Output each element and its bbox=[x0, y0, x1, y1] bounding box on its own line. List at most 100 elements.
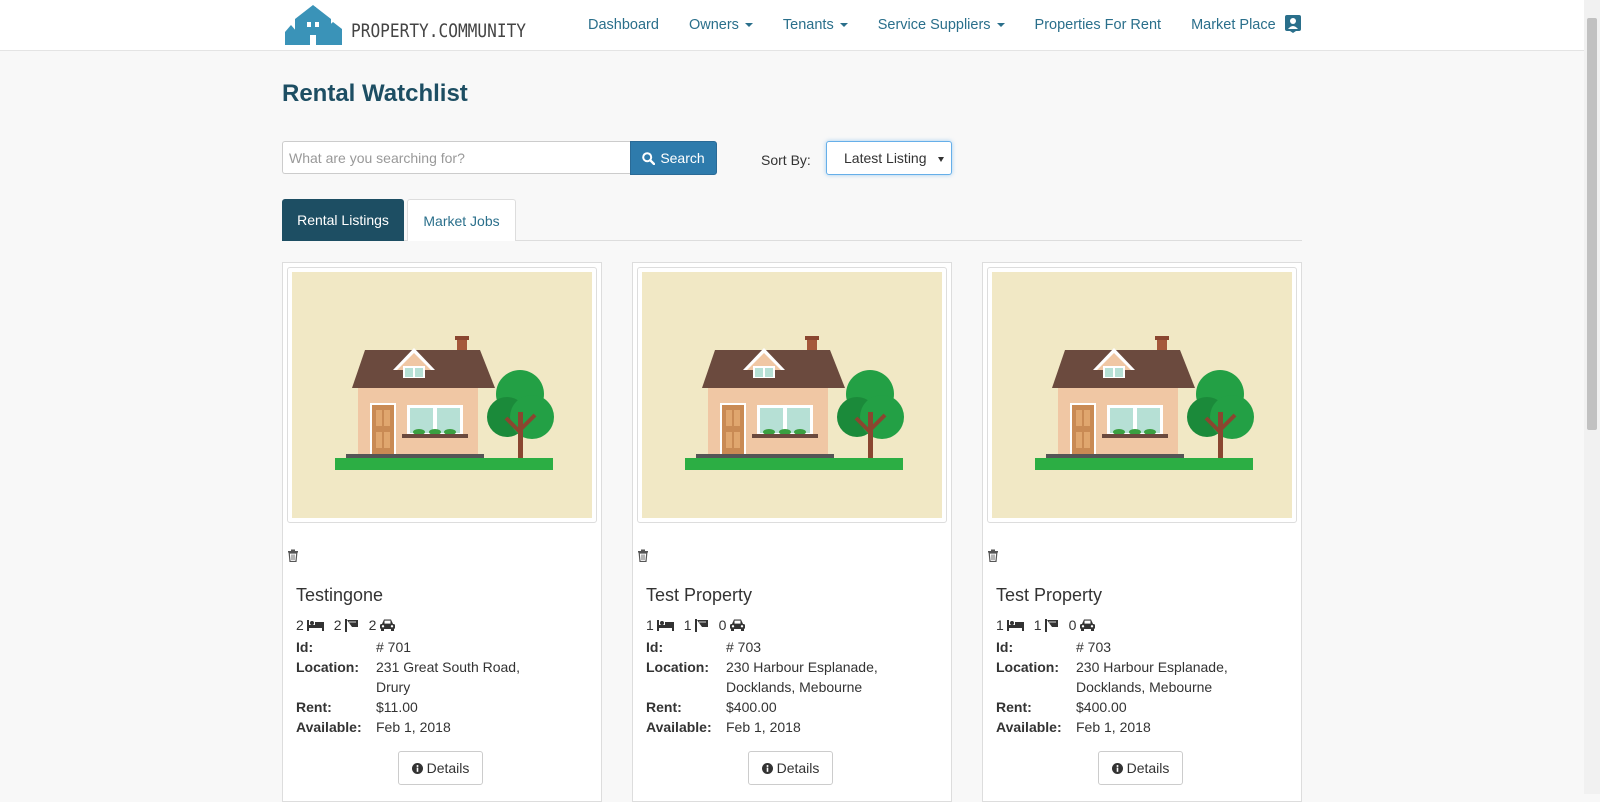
listing-location: 231 Great South Road, Drury bbox=[376, 659, 520, 695]
nav-owners[interactable]: Owners bbox=[674, 17, 768, 33]
main-nav: Dashboard Owners Tenants Service Supplie… bbox=[573, 0, 1291, 50]
listing-location: 230 Harbour Esplanade, Docklands, Mebour… bbox=[726, 659, 878, 695]
brand-logo[interactable]: PROPERTY.COMMUNITY bbox=[285, 3, 557, 47]
location-label: Location: bbox=[296, 659, 359, 675]
nav-label: Properties For Rent bbox=[1034, 17, 1162, 33]
listing-id: # 701 bbox=[376, 639, 412, 655]
bathrooms: 1 bbox=[1034, 617, 1059, 633]
listing-available: Feb 1, 2018 bbox=[1076, 719, 1151, 735]
page-scrollbar[interactable] bbox=[1584, 0, 1600, 794]
details-button[interactable]: Details bbox=[748, 751, 833, 785]
car-count: 0 bbox=[1068, 617, 1077, 633]
details-button-label: Details bbox=[426, 760, 470, 776]
search-button[interactable]: Search bbox=[630, 141, 717, 175]
listing-features: 1 1 0 bbox=[996, 617, 1106, 633]
listing-id: # 703 bbox=[1076, 639, 1112, 655]
house-illustration bbox=[292, 272, 592, 518]
listing-card: Test Property 1 1 0 Id: # 703 Location: … bbox=[632, 262, 952, 802]
listing-title: Testingone bbox=[296, 585, 384, 605]
car-icon bbox=[1080, 619, 1096, 631]
sort-by-label: Sort By: bbox=[761, 152, 811, 168]
car-count: 2 bbox=[368, 617, 377, 633]
caret-down-icon bbox=[839, 23, 848, 28]
listing-rent: $400.00 bbox=[726, 699, 777, 715]
bedrooms: 1 bbox=[996, 617, 1024, 633]
nav-label: Market Place bbox=[1191, 17, 1276, 33]
details-button-label: Details bbox=[776, 760, 820, 776]
shower-icon bbox=[1044, 618, 1058, 632]
sort-selected-value: Latest Listing bbox=[844, 150, 926, 166]
nav-properties-for-rent[interactable]: Properties For Rent bbox=[1020, 17, 1177, 33]
remove-trash-icon[interactable] bbox=[987, 549, 999, 567]
bedrooms: 2 bbox=[296, 617, 324, 633]
info-circle-icon bbox=[411, 762, 423, 774]
page-title: Rental Watchlist bbox=[282, 80, 468, 107]
car-count: 0 bbox=[718, 617, 727, 633]
info-circle-icon bbox=[761, 762, 773, 774]
rent-label: Rent: bbox=[996, 699, 1032, 715]
bedroom-count: 1 bbox=[996, 617, 1004, 633]
nav-market-place[interactable]: Market Place bbox=[1176, 17, 1291, 33]
bed-icon bbox=[656, 619, 674, 631]
dropdown-arrow-icon bbox=[938, 157, 944, 162]
property-image[interactable] bbox=[987, 267, 1297, 523]
bathroom-count: 2 bbox=[333, 617, 342, 633]
nav-tenants[interactable]: Tenants bbox=[768, 17, 863, 33]
nav-service-suppliers[interactable]: Service Suppliers bbox=[863, 17, 1020, 33]
id-label: Id: bbox=[646, 639, 664, 655]
available-label: Available: bbox=[646, 719, 712, 735]
property-image[interactable] bbox=[287, 267, 597, 523]
id-label: Id: bbox=[996, 639, 1014, 655]
bed-icon bbox=[1006, 619, 1024, 631]
listing-title: Test Property bbox=[996, 585, 1103, 605]
caret-down-icon bbox=[996, 23, 1005, 28]
top-navbar: PROPERTY.COMMUNITY Dashboard Owners Tena… bbox=[0, 0, 1584, 51]
shower-icon bbox=[694, 618, 708, 632]
property-image[interactable] bbox=[637, 267, 947, 523]
available-label: Available: bbox=[296, 719, 362, 735]
car-spaces: 0 bbox=[1069, 617, 1097, 633]
bathroom-count: 1 bbox=[1033, 617, 1042, 633]
bedroom-count: 2 bbox=[296, 617, 304, 633]
tab-label: Market Jobs bbox=[423, 212, 500, 229]
listing-rent: $11.00 bbox=[376, 699, 418, 715]
remove-trash-icon[interactable] bbox=[637, 549, 649, 567]
bathrooms: 2 bbox=[334, 617, 359, 633]
car-spaces: 2 bbox=[369, 617, 397, 633]
rent-label: Rent: bbox=[646, 699, 682, 715]
nav-label: Owners bbox=[688, 17, 739, 33]
available-label: Available: bbox=[996, 719, 1062, 735]
brand-name: PROPERTY.COMMUNITY bbox=[351, 20, 527, 42]
tab-label: Rental Listings bbox=[297, 212, 389, 228]
listing-available: Feb 1, 2018 bbox=[726, 719, 801, 735]
info-circle-icon bbox=[1111, 762, 1123, 774]
house-logo-icon bbox=[285, 5, 342, 45]
tab-market-jobs[interactable]: Market Jobs bbox=[407, 199, 516, 241]
listing-location: 230 Harbour Esplanade, Docklands, Mebour… bbox=[1076, 659, 1228, 695]
scrollbar-thumb[interactable] bbox=[1587, 18, 1597, 430]
nav-label: Service Suppliers bbox=[877, 17, 991, 33]
details-button[interactable]: Details bbox=[1098, 751, 1183, 785]
search-input[interactable] bbox=[282, 141, 630, 174]
listing-features: 2 2 2 bbox=[296, 617, 406, 633]
nav-label: Dashboard bbox=[588, 17, 659, 33]
sort-select[interactable]: Latest Listing bbox=[826, 141, 952, 175]
remove-trash-icon[interactable] bbox=[287, 549, 299, 567]
listing-title: Test Property bbox=[646, 585, 753, 605]
shower-icon bbox=[344, 618, 358, 632]
details-button-label: Details bbox=[1126, 760, 1170, 776]
bed-icon bbox=[306, 619, 324, 631]
car-icon bbox=[380, 619, 396, 631]
details-button[interactable]: Details bbox=[398, 751, 483, 785]
user-card-icon[interactable] bbox=[1285, 15, 1301, 38]
bedroom-count: 1 bbox=[646, 617, 654, 633]
nav-dashboard[interactable]: Dashboard bbox=[573, 17, 674, 33]
tab-rental-listings[interactable]: Rental Listings bbox=[282, 199, 404, 241]
house-illustration bbox=[642, 272, 942, 518]
search-icon bbox=[642, 151, 656, 165]
car-icon bbox=[730, 619, 746, 631]
bathroom-count: 1 bbox=[683, 617, 692, 633]
search-button-label: Search bbox=[660, 150, 705, 166]
listing-available: Feb 1, 2018 bbox=[376, 719, 451, 735]
listing-features: 1 1 0 bbox=[646, 617, 756, 633]
